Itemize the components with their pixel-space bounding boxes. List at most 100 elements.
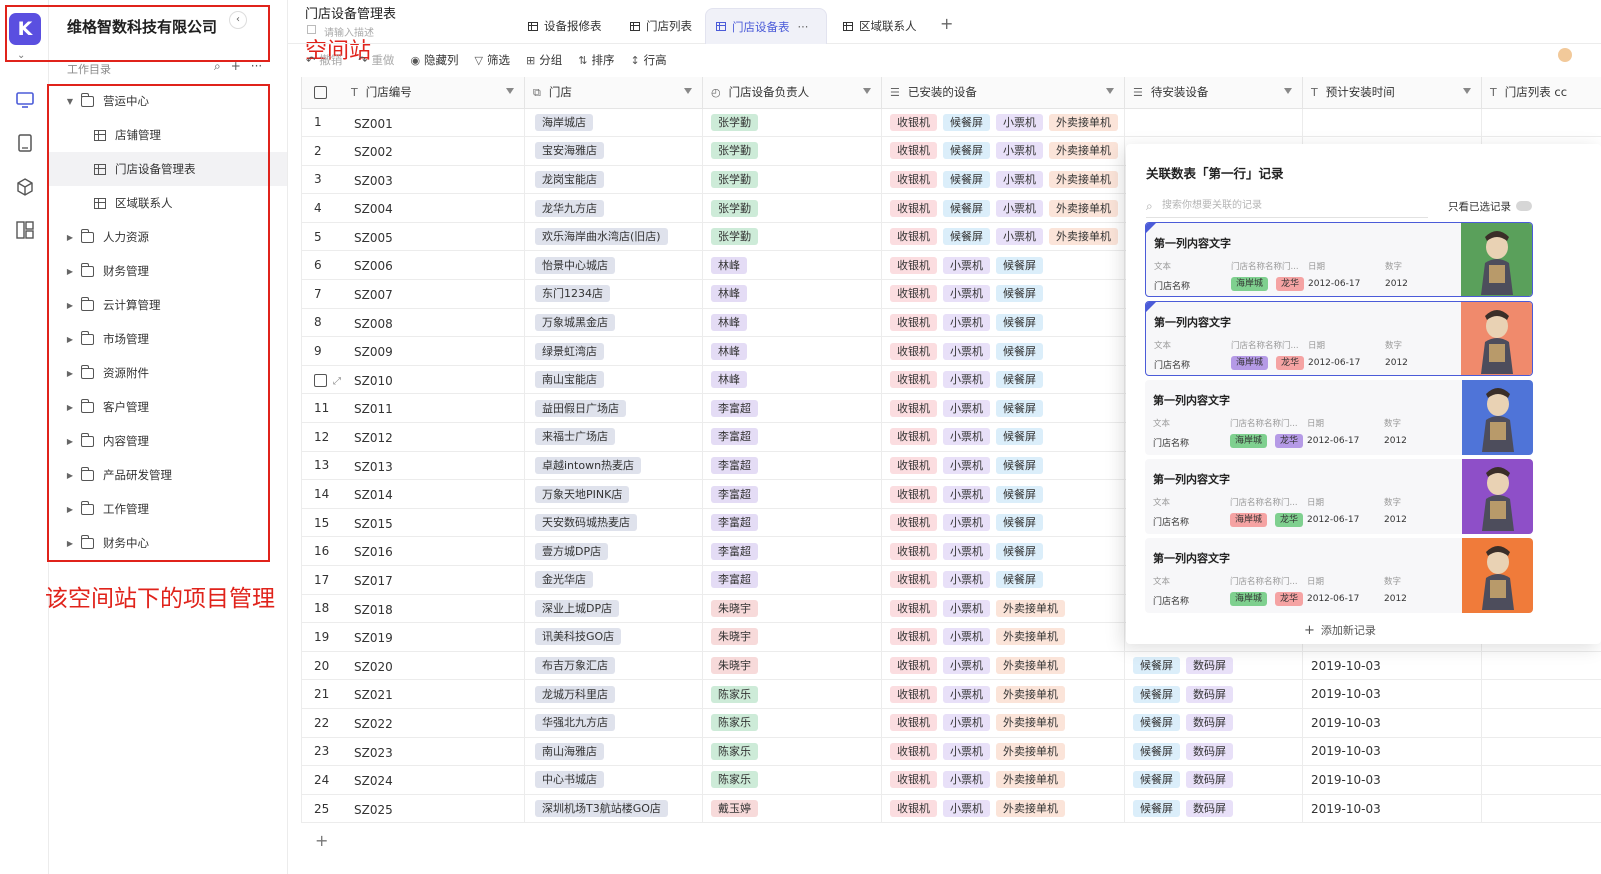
row-number-cell[interactable]: 11 SZ011 — [301, 393, 525, 424]
person-cell[interactable]: 林峰 — [702, 364, 882, 395]
row-number-cell[interactable]: 16 SZ016 — [301, 536, 525, 566]
store-cell[interactable]: 布吉万象汇店 — [524, 650, 703, 681]
person-cell[interactable]: 张学勤 — [702, 221, 882, 252]
store-cell[interactable]: 深业上城DP店 — [524, 593, 703, 624]
store-cell[interactable]: 来福士广场店 — [524, 422, 703, 452]
column-header-date[interactable]: T 预计安装时间 — [1302, 77, 1482, 109]
store-cell[interactable]: 东门1234店 — [524, 279, 703, 309]
store-cell[interactable]: 天安数码城热麦店 — [524, 507, 703, 538]
store-cell[interactable]: 万象城黑金店 — [524, 307, 703, 338]
person-cell[interactable]: 林峰 — [702, 279, 882, 309]
store-cell[interactable]: 龙华九方店 — [524, 193, 703, 223]
pending-cell[interactable]: 候餐屏 数码屏 — [1124, 650, 1303, 681]
page-title[interactable]: 门店设备管理表 — [305, 3, 396, 22]
installed-cell[interactable]: 收银机 小票机 外卖接单机 — [881, 679, 1125, 709]
book-icon[interactable] — [15, 133, 35, 153]
installed-cell[interactable]: 收银机 小票机 候餐屏 — [881, 422, 1125, 452]
installed-cell[interactable]: 收银机 候餐屏 小票机 外卖接单机 — [881, 193, 1125, 223]
expand-icon[interactable]: ⤢ — [333, 376, 341, 387]
date-cell[interactable]: 2019-10-03 — [1302, 793, 1482, 824]
date-cell[interactable]: 2019-10-03 — [1302, 650, 1482, 681]
table-row[interactable]: 24 SZ024 中心书城店 陈家乐 收银机 小票机 外卖接单机 候餐屏 数码屏 2019-10-… — [301, 765, 1601, 795]
column-header-installed[interactable]: ☰ 已安装的设备 — [881, 77, 1125, 109]
description-field[interactable]: 请输入描述 — [324, 24, 374, 39]
installed-cell[interactable]: 收银机 小票机 候餐屏 — [881, 307, 1125, 338]
installed-cell[interactable]: 收银机 候餐屏 小票机 外卖接单机 — [881, 164, 1125, 195]
store-cell[interactable]: 南山宝能店 — [524, 364, 703, 395]
installed-cell[interactable]: 收银机 小票机 外卖接单机 — [881, 593, 1125, 624]
store-cell[interactable]: 龙城万科里店 — [524, 679, 703, 709]
store-cell[interactable]: 壹方城DP店 — [524, 536, 703, 566]
row-number-cell[interactable]: 5 SZ005 — [301, 221, 525, 252]
row-number-cell[interactable]: 21 SZ021 — [301, 679, 525, 709]
row-number-cell[interactable]: 15 SZ015 — [301, 507, 525, 538]
group-button[interactable]: ⊞ 分组 — [526, 52, 562, 68]
table-row[interactable]: 25 SZ025 深圳机场T3航站楼GO店 戴玉婷 收银机 小票机 外卖接单机 候餐屏 数码屏 2… — [301, 793, 1601, 824]
column-header-pending[interactable]: ☰ 待安装设备 — [1124, 77, 1303, 109]
person-cell[interactable]: 陈家乐 — [702, 707, 882, 738]
row-number-cell[interactable]: 7 SZ007 — [301, 279, 525, 309]
cube-icon[interactable] — [15, 177, 35, 197]
column-header-store-list[interactable]: T 门店列表 cc — [1481, 77, 1601, 109]
row-number-cell[interactable]: ⤢ SZ010 — [301, 364, 525, 395]
select-all-checkbox[interactable] — [314, 86, 327, 100]
sort-button[interactable]: ⇅ 排序 — [578, 52, 614, 68]
store-cell[interactable]: 中心书城店 — [524, 765, 703, 795]
date-cell[interactable] — [1302, 107, 1482, 138]
row-checkbox[interactable] — [314, 373, 327, 387]
row-number-cell[interactable]: 1 SZ001 — [301, 107, 525, 138]
tab-store-devices[interactable]: 门店设备表 ··· — [705, 8, 827, 44]
row-number-cell[interactable]: 25 SZ025 — [301, 793, 525, 824]
installed-cell[interactable]: 收银机 小票机 外卖接单机 — [881, 707, 1125, 738]
store-cell[interactable]: 怡景中心城店 — [524, 250, 703, 281]
person-cell[interactable]: 林峰 — [702, 336, 882, 366]
pending-cell[interactable]: 候餐屏 数码屏 — [1124, 736, 1303, 767]
tab-repair[interactable]: 设备报修表 — [518, 8, 612, 44]
pending-cell[interactable]: 候餐屏 数码屏 — [1124, 679, 1303, 709]
caret-down-icon[interactable] — [684, 88, 692, 94]
date-cell[interactable]: 2019-10-03 — [1302, 679, 1482, 709]
person-cell[interactable]: 戴玉婷 — [702, 793, 882, 824]
person-cell[interactable]: 陈家乐 — [702, 765, 882, 795]
store-cell[interactable]: 欢乐海岸曲水湾店(旧店) — [524, 221, 703, 252]
store-list-cell[interactable] — [1481, 793, 1601, 824]
installed-cell[interactable]: 收银机 小票机 候餐屏 — [881, 507, 1125, 538]
row-number-cell[interactable]: 22 SZ022 — [301, 707, 525, 738]
person-cell[interactable]: 李富超 — [702, 393, 882, 424]
add-tab-icon[interactable]: + — [940, 14, 953, 33]
installed-cell[interactable]: 收银机 候餐屏 小票机 外卖接单机 — [881, 221, 1125, 252]
store-cell[interactable]: 深圳机场T3航站楼GO店 — [524, 793, 703, 824]
installed-cell[interactable]: 收银机 小票机 外卖接单机 — [881, 622, 1125, 652]
date-cell[interactable]: 2019-10-03 — [1302, 736, 1482, 767]
installed-cell[interactable]: 收银机 小票机 候餐屏 — [881, 336, 1125, 366]
filter-button[interactable]: ▽ 筛选 — [475, 52, 510, 68]
store-list-cell[interactable] — [1481, 107, 1601, 138]
table-row[interactable]: 23 SZ023 南山海雅店 陈家乐 收银机 小票机 外卖接单机 候餐屏 数码屏 2019-10-… — [301, 736, 1601, 767]
store-cell[interactable]: 南山海雅店 — [524, 736, 703, 767]
person-cell[interactable]: 李富超 — [702, 422, 882, 452]
person-cell[interactable]: 朱晓宇 — [702, 622, 882, 652]
undo-button[interactable]: ↶ 撤销 — [306, 52, 342, 68]
record-card[interactable]: 第一列内容文字 文本 门店名称名称门... 日期 数字 门店名称 海岸城 龙华 2012-06-… — [1145, 222, 1533, 297]
table-row[interactable]: 21 SZ021 龙城万科里店 陈家乐 收银机 小票机 外卖接单机 候餐屏 数码屏 2019-10… — [301, 679, 1601, 709]
record-card[interactable]: 第一列内容文字 文本 门店名称名称门... 日期 数字 门店名称 海岸城 龙华 2012-06-… — [1145, 301, 1533, 376]
caret-down-icon[interactable] — [863, 88, 871, 94]
person-cell[interactable]: 陈家乐 — [702, 736, 882, 767]
person-cell[interactable]: 张学勤 — [702, 193, 882, 223]
pending-cell[interactable]: 候餐屏 数码屏 — [1124, 793, 1303, 824]
row-number-cell[interactable]: 23 SZ023 — [301, 736, 525, 767]
installed-cell[interactable]: 收银机 小票机 外卖接单机 — [881, 793, 1125, 824]
table-row[interactable]: 22 SZ022 华强北九方店 陈家乐 收银机 小票机 外卖接单机 候餐屏 数码屏 2019-10… — [301, 707, 1601, 738]
store-cell[interactable]: 卓越intown热麦店 — [524, 450, 703, 481]
installed-cell[interactable]: 收银机 候餐屏 小票机 外卖接单机 — [881, 136, 1125, 166]
table-row[interactable]: 1 SZ001 海岸城店 张学勤 收银机 候餐屏 小票机 外卖接单机 — [301, 107, 1601, 138]
row-number-cell[interactable]: 2 SZ002 — [301, 136, 525, 166]
tab-store-list[interactable]: 门店列表 — [620, 8, 702, 44]
row-number-cell[interactable]: 14 SZ014 — [301, 479, 525, 509]
row-number-cell[interactable]: 20 SZ020 — [301, 650, 525, 681]
monitor-icon[interactable] — [15, 90, 35, 110]
store-list-cell[interactable] — [1481, 736, 1601, 767]
store-cell[interactable]: 万象天地PINK店 — [524, 479, 703, 509]
hide-columns-button[interactable]: ◉ 隐藏列 — [410, 52, 458, 68]
store-cell[interactable]: 金光华店 — [524, 565, 703, 595]
